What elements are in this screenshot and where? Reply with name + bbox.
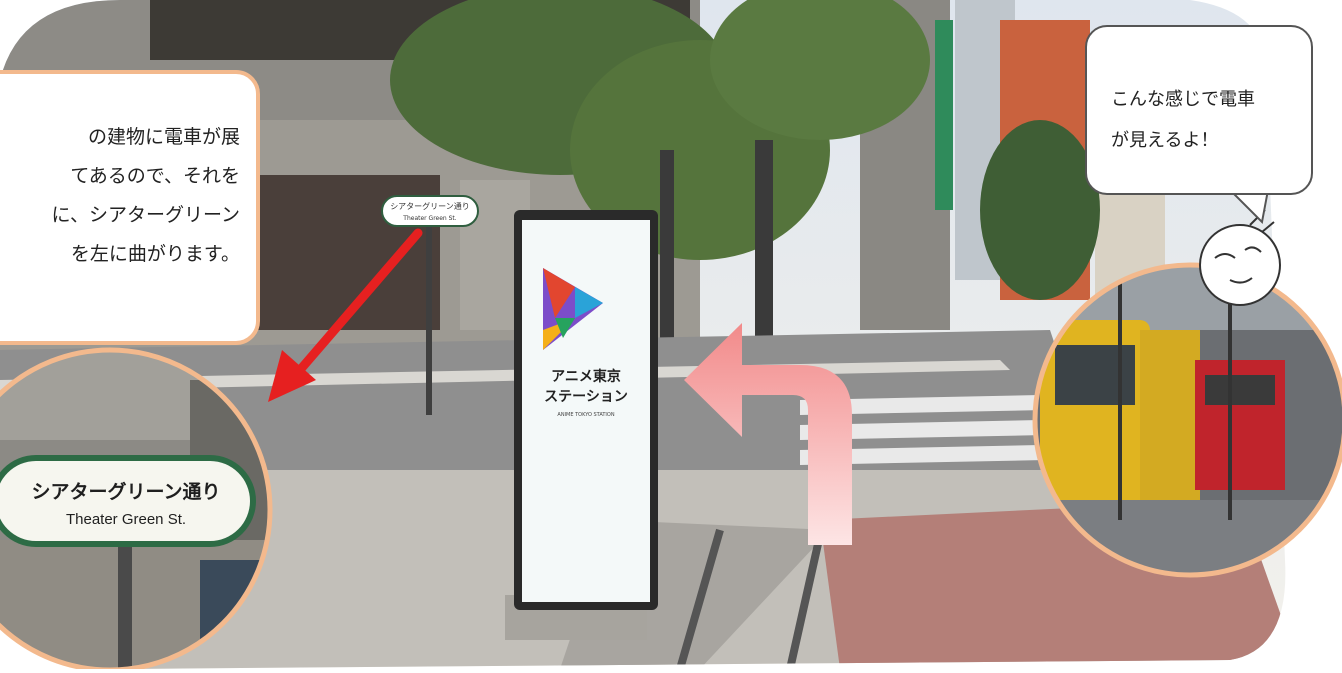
monument-line2: ステーション [544,389,628,405]
photo-collage: シアターグリーン通り Theater Green St. アニメ東京 ステーショ… [0,0,1342,673]
monument-small: ANIME TOKYO STATION [557,412,614,418]
monument-line1: アニメ東京 [551,368,621,385]
directions-line-1: の建物に電車が展 [87,126,240,148]
comment-line-2: が見えるよ！ [1111,130,1219,151]
directions-speech-bubble: の建物に電車が展 てあるので、それを に、シアターグリーン を左に曲がります。 [0,70,260,345]
directions-line-3: に、シアターグリーン [51,204,240,226]
monument-sign: アニメ東京 ステーション ANIME TOKYO STATION [505,210,658,640]
inset-sign-jp: シアターグリーン通り [31,480,220,503]
street-sign-en: Theater Green St. [402,215,456,222]
comment-speech-bubble: こんな感じで電車 が見えるよ！ [1085,25,1313,195]
comment-line-1: こんな感じで電車 [1111,89,1255,110]
directions-line-4: を左に曲がります。 [70,243,240,265]
inset-sign-en: Theater Green St. [66,511,186,528]
street-sign-jp: シアターグリーン通り [390,201,470,211]
directions-line-2: てあるので、それを [70,165,240,187]
